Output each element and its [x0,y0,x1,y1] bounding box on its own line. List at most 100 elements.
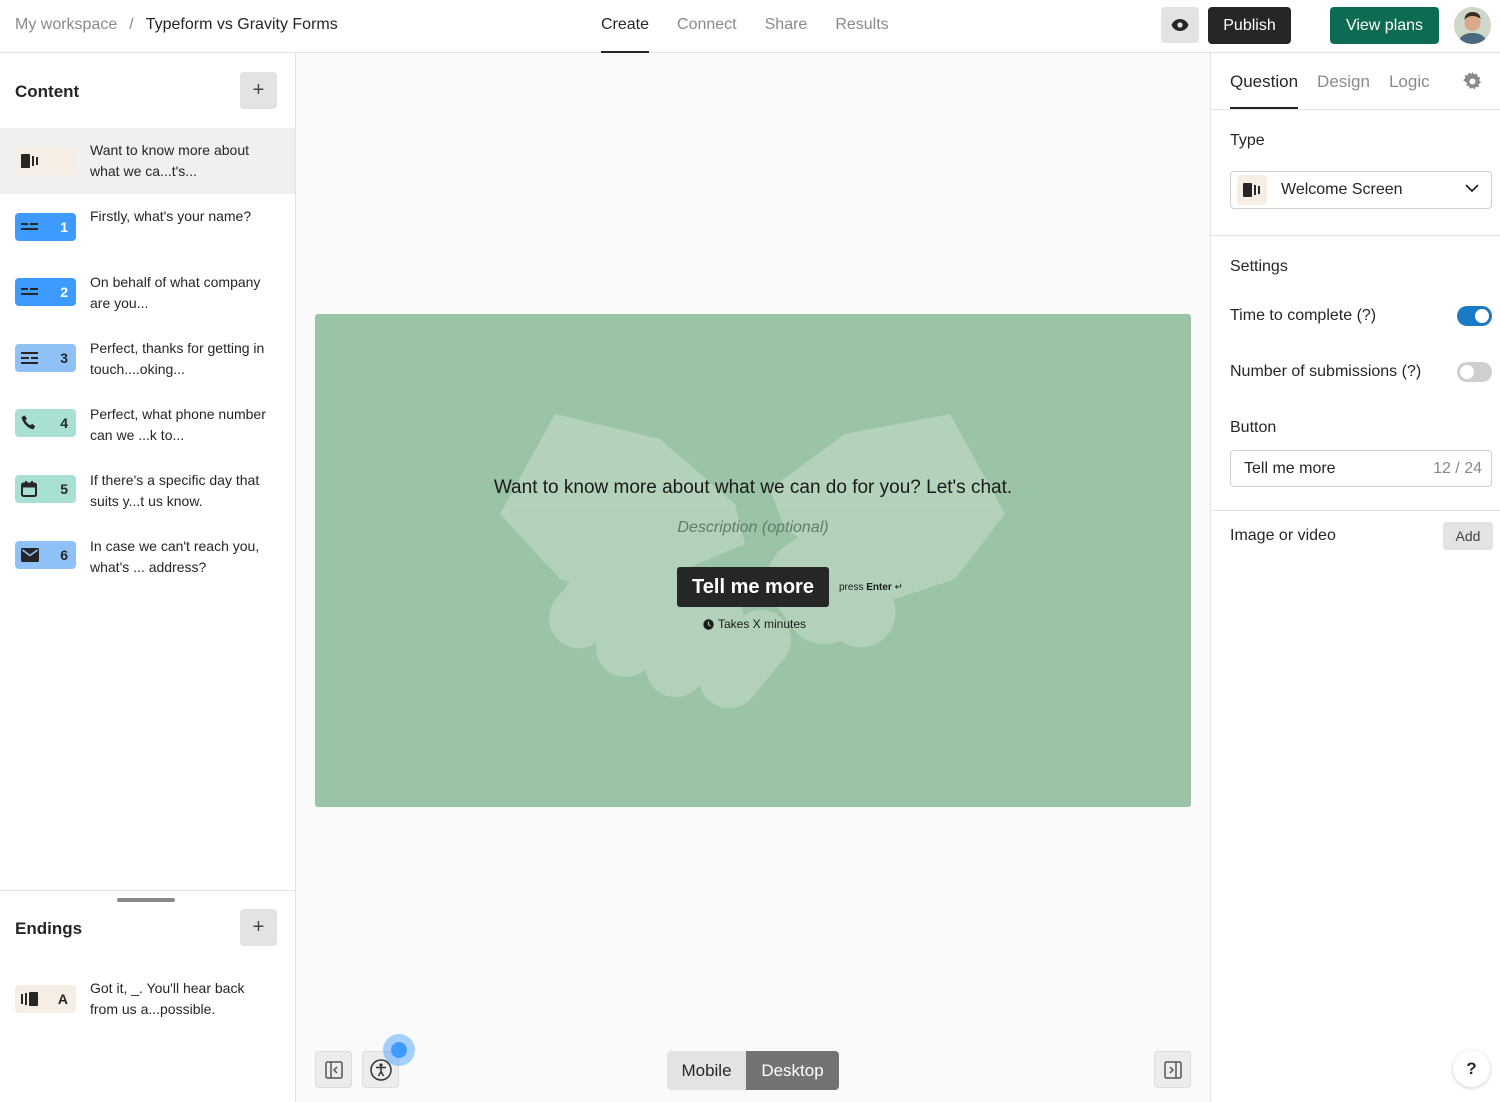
tab-share[interactable]: Share [765,0,808,53]
question-number: 5 [60,481,68,497]
preview-button[interactable] [1161,7,1199,43]
tab-connect[interactable]: Connect [677,0,737,53]
question-number: 4 [60,415,68,431]
button-text-input[interactable]: Tell me more 12 / 24 [1230,450,1492,487]
long-text-icon [21,352,38,364]
button-text-value: Tell me more [1244,460,1336,477]
enter-key-icon: ↵ [894,582,903,593]
character-counter: 12 / 24 [1433,460,1482,477]
breadcrumb-workspace[interactable]: My workspace [15,16,117,33]
question-text: Firstly, what's your name? [90,208,252,224]
question-text: In case we can't reach you, what's ... a… [90,538,260,575]
list-item-question-3[interactable]: 3 Perfect, thanks for getting in touch..… [0,326,295,392]
ending-screen-icon [21,992,38,1006]
tab-question[interactable]: Question [1230,53,1299,109]
type-icon-box [1237,175,1267,205]
tell-me-more-button[interactable]: Tell me more [677,567,829,607]
submissions-label: Number of submissions (?) [1230,363,1422,380]
welcome-screen-icon [21,154,38,168]
calendar-icon [21,481,37,497]
phone-icon [21,415,36,430]
settings-panel: Question Design Logic Type Welcome Scree… [1210,53,1500,1102]
tab-logic[interactable]: Logic [1389,53,1430,109]
time-to-complete-label: Time to complete (?) [1230,307,1377,324]
list-item-question-6[interactable]: 6 In case we can't reach you, what's ...… [0,524,295,590]
add-ending-button[interactable]: + [240,909,277,946]
time-note: Takes X minutes [703,617,806,631]
add-content-button[interactable]: + [240,72,277,109]
question-number: 6 [60,547,68,563]
resize-handle[interactable] [117,898,175,902]
list-item-welcome[interactable]: Want to know more about what we ca...t's… [0,128,295,194]
list-item-question-5[interactable]: 5 If there's a specific day that suits y… [0,458,295,524]
toggle-knob [1475,309,1489,323]
view-plans-button[interactable]: View plans [1330,7,1439,44]
form-preview[interactable]: Want to know more about what we can do f… [315,314,1191,807]
plus-icon: + [252,916,265,938]
tab-create[interactable]: Create [601,0,650,53]
plus-icon: + [252,79,265,101]
divider [1211,510,1500,511]
question-number: A [57,991,68,1007]
panel-left-icon [324,1060,343,1079]
welcome-screen-icon [1243,183,1260,197]
question-text: If there's a specific day that suits y..… [90,472,260,509]
submissions-toggle[interactable] [1457,362,1492,382]
hotspot-indicator [383,1034,415,1066]
description-placeholder[interactable]: Description (optional) [315,519,1191,537]
top-bar: My workspace / Typeform vs Gravity Forms C… [0,0,1500,53]
question-badge: 2 [15,278,76,306]
question-text: Got it, _. You'll hear back from us a...… [90,980,245,1017]
short-text-icon [21,288,38,295]
type-label: Type [1230,132,1265,149]
list-item-ending-a[interactable]: A Got it, _. You'll hear back from us a.… [0,966,295,1032]
email-icon [21,548,39,562]
type-dropdown[interactable]: Welcome Screen [1230,171,1492,209]
image-video-label: Image or video [1230,527,1336,544]
content-panel: Content + Want to know more about what w… [0,53,296,1102]
time-note-text: Takes X minutes [718,617,807,631]
question-badge [15,147,76,175]
user-photo-icon [1454,7,1491,44]
endings-heading: Endings [15,919,83,938]
main-tabs: Create Connect Share Results [601,0,917,53]
help-button[interactable]: ? [1453,1050,1490,1087]
clock-icon [703,618,714,630]
list-item-question-1[interactable]: 1 Firstly, what's your name? [0,194,295,260]
question-badge: 3 [15,344,76,372]
question-badge: A [15,985,76,1013]
list-item-question-2[interactable]: 2 On behalf of what company are you... [0,260,295,326]
question-badge: 4 [15,409,76,437]
press-enter-hint: press Enter ↵ [839,582,903,593]
question-text: Perfect, thanks for getting in touch....… [90,340,265,377]
publish-button[interactable]: Publish [1208,7,1291,44]
type-value: Welcome Screen [1281,181,1403,198]
question-text: On behalf of what company are you... [90,274,261,311]
settings-label: Settings [1230,258,1288,275]
collapse-left-panel-button[interactable] [315,1051,352,1088]
divider [1211,109,1500,110]
desktop-view-button[interactable]: Desktop [746,1051,839,1090]
tab-design[interactable]: Design [1317,53,1370,109]
welcome-title[interactable]: Want to know more about what we can do f… [315,477,1191,499]
mobile-view-button[interactable]: Mobile [667,1051,746,1090]
settings-tabs: Question Design Logic [1230,53,1449,109]
breadcrumb: My workspace / Typeform vs Gravity Forms [15,16,338,34]
list-item-question-4[interactable]: 4 Perfect, what phone number can we ...k… [0,392,295,458]
gear-icon[interactable] [1463,72,1482,91]
time-to-complete-toggle[interactable] [1457,306,1492,326]
tab-results[interactable]: Results [835,0,888,53]
panel-right-icon [1163,1060,1182,1079]
content-heading: Content [15,82,80,101]
question-text: Perfect, what phone number can we ...k t… [90,406,266,443]
breadcrumb-form-title[interactable]: Typeform vs Gravity Forms [146,16,338,33]
add-media-button[interactable]: Add [1443,522,1493,550]
collapse-right-panel-button[interactable] [1154,1051,1191,1088]
breadcrumb-separator: / [129,16,134,33]
question-badge: 1 [15,213,76,241]
press-hint-prefix: press [839,582,864,593]
question-badge: 5 [15,475,76,503]
button-section-label: Button [1230,419,1277,436]
avatar[interactable] [1454,7,1491,44]
press-hint-key: Enter [866,582,892,593]
